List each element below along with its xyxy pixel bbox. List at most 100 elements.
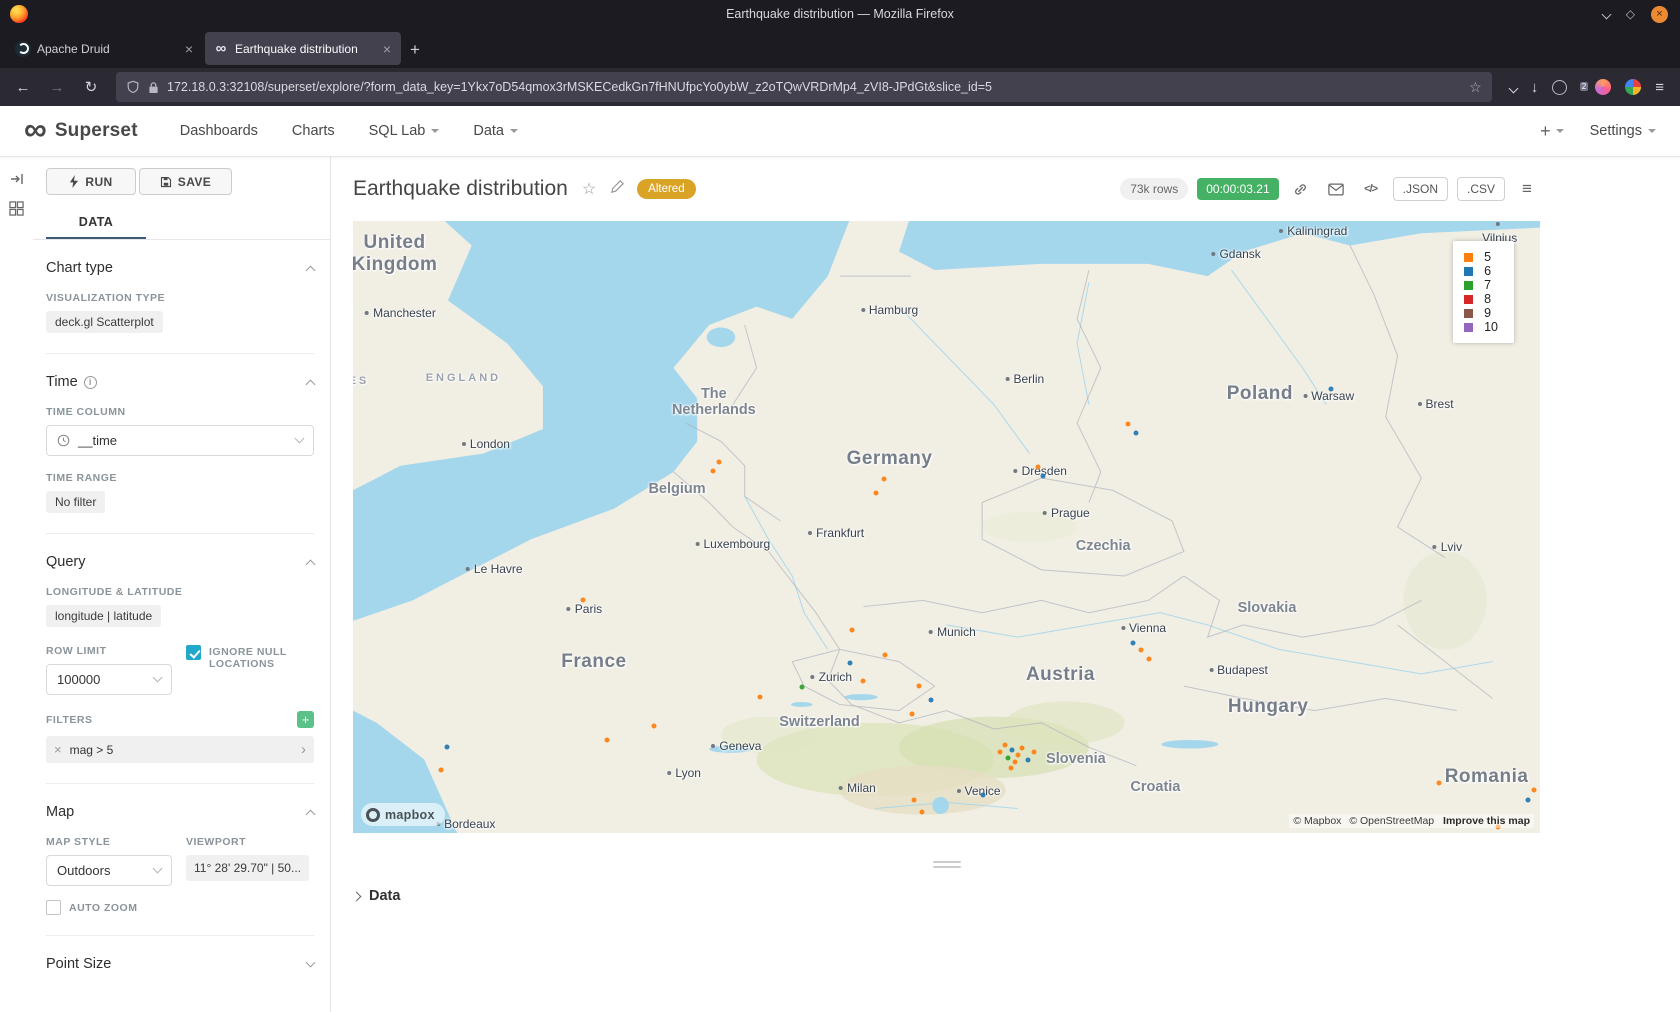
tab-close-icon[interactable]: × — [183, 41, 195, 57]
osm-attribution-link[interactable]: © OpenStreetMap — [1349, 815, 1434, 827]
info-icon[interactable]: i — [84, 376, 97, 389]
favorite-star-icon[interactable]: ☆ — [582, 179, 596, 199]
collapse-chevron-icon[interactable] — [306, 559, 316, 569]
mapbox-attribution-link[interactable]: © Mapbox — [1293, 815, 1341, 827]
control-label: TIME RANGE — [46, 472, 314, 484]
save-to-pocket-icon[interactable] — [1510, 79, 1517, 96]
window-titlebar: Earthquake distribution — Mozilla Firefo… — [0, 0, 1680, 28]
expand-filter-icon[interactable]: › — [301, 741, 306, 758]
scatter-point — [1329, 387, 1334, 392]
share-link-icon[interactable] — [1288, 176, 1314, 202]
email-icon[interactable] — [1323, 176, 1349, 202]
window-maximize-icon[interactable]: ◇ — [1626, 7, 1635, 21]
legend-item[interactable]: 8 — [1464, 292, 1498, 306]
panel-tabs: DATA — [33, 205, 330, 240]
url-bar[interactable]: 172.18.0.3:32108/superset/explore/?form_… — [116, 72, 1492, 102]
viz-type-chip[interactable]: deck.gl Scatterplot — [46, 311, 163, 333]
ignore-null-label: IGNORE NULL LOCATIONS — [209, 646, 310, 670]
shield-icon[interactable] — [126, 80, 140, 94]
collapse-chevron-icon[interactable] — [306, 379, 316, 389]
new-tab-button[interactable]: + — [410, 40, 420, 60]
filter-chip[interactable]: × mag > 5 › — [46, 736, 314, 763]
tab-close-icon[interactable]: × — [381, 41, 393, 57]
chart-menu-icon[interactable]: ≡ — [1514, 176, 1540, 202]
scatter-point — [910, 712, 915, 717]
scatter-point — [881, 477, 886, 482]
scatter-point — [874, 490, 879, 495]
legend-label: 6 — [1484, 264, 1491, 278]
map-style-select[interactable]: Outdoors — [46, 855, 172, 886]
forward-button[interactable]: → — [42, 73, 72, 101]
profile-avatar-icon[interactable] — [1595, 79, 1611, 95]
menu-icon[interactable]: ≡ — [1655, 79, 1664, 96]
scatter-point — [981, 793, 986, 798]
data-results-panel-header[interactable]: Data — [353, 888, 1680, 904]
chevron-down-icon — [153, 864, 163, 874]
auto-zoom-checkbox[interactable] — [46, 900, 61, 915]
tab-earthquake-distribution[interactable]: ∞ Earthquake distribution × — [205, 32, 401, 65]
run-button[interactable]: RUN — [46, 168, 136, 195]
scatter-point — [438, 767, 443, 772]
extension-pinwheel-icon[interactable] — [1625, 79, 1641, 95]
nav-charts[interactable]: Charts — [292, 123, 335, 139]
scatter-point — [849, 627, 854, 632]
altered-badge[interactable]: Altered — [637, 179, 695, 199]
legend-item[interactable]: 7 — [1464, 278, 1498, 292]
superset-logo[interactable]: ∞ Superset — [24, 117, 138, 145]
expand-panel-icon[interactable] — [9, 171, 25, 187]
bolt-icon — [69, 175, 79, 188]
settings-menu[interactable]: Settings — [1590, 123, 1656, 139]
export-csv-button[interactable]: .CSV — [1457, 177, 1505, 201]
tab-data[interactable]: DATA — [46, 205, 146, 239]
back-button[interactable]: ← — [8, 73, 38, 101]
panel-resize-handle[interactable] — [353, 861, 1540, 868]
chevron-down-icon — [295, 434, 305, 444]
scatter-point — [1035, 465, 1040, 470]
nav-sql-lab[interactable]: SQL Lab — [369, 123, 440, 139]
nav-data[interactable]: Data — [473, 123, 518, 139]
save-button[interactable]: SAVE — [139, 168, 232, 195]
url-text[interactable]: 172.18.0.3:32108/superset/explore/?form_… — [167, 80, 1461, 94]
reload-button[interactable]: ↻ — [76, 73, 106, 101]
legend-item[interactable]: 6 — [1464, 264, 1498, 278]
ignore-null-checkbox[interactable] — [186, 645, 201, 660]
scatter-point — [1009, 748, 1014, 753]
new-item-button[interactable]: + — [1540, 121, 1564, 142]
time-column-select[interactable]: __time — [46, 425, 314, 456]
downloads-icon[interactable]: ↓ — [1531, 79, 1539, 96]
window-minimize-icon[interactable] — [1601, 9, 1611, 19]
legend-item[interactable]: 9 — [1464, 306, 1498, 320]
padlock-icon[interactable] — [148, 81, 159, 94]
scatter-point — [710, 469, 715, 474]
edit-properties-icon[interactable] — [610, 179, 625, 199]
row-count-badge: 73k rows — [1120, 178, 1188, 200]
section-title: Time — [46, 374, 78, 390]
viewport-chip[interactable]: 11° 28' 29.70" | 50... — [186, 855, 309, 881]
lonlat-chip[interactable]: longitude | latitude — [46, 605, 161, 627]
row-limit-select[interactable]: 100000 — [46, 664, 172, 695]
legend-item[interactable]: 5 — [1464, 250, 1498, 264]
time-range-chip[interactable]: No filter — [46, 491, 105, 513]
improve-map-link[interactable]: Improve this map — [1443, 815, 1530, 827]
nav-dashboards[interactable]: Dashboards — [180, 123, 258, 139]
legend-item[interactable]: 10 — [1464, 320, 1498, 334]
export-json-button[interactable]: .JSON — [1393, 177, 1448, 201]
add-filter-button[interactable]: + — [297, 711, 314, 728]
collapse-chevron-icon[interactable] — [306, 809, 316, 819]
collapse-chevron-icon[interactable] — [306, 265, 316, 275]
tab-title: Apache Druid — [37, 42, 177, 56]
map-canvas[interactable]: United KingdomManchesterENGLANDESLondonL… — [353, 221, 1540, 833]
dataset-grid-icon[interactable] — [9, 201, 24, 216]
remove-filter-icon[interactable]: × — [54, 742, 62, 757]
scatter-point — [1040, 473, 1045, 478]
embed-code-icon[interactable]: </> — [1358, 176, 1384, 202]
window-close-icon[interactable]: × — [1651, 6, 1668, 23]
bookmark-star-icon[interactable]: ☆ — [1469, 79, 1482, 96]
scatter-point — [848, 660, 853, 665]
tab-apache-druid[interactable]: Apache Druid × — [7, 32, 203, 65]
account-icon[interactable] — [1552, 80, 1567, 95]
mapbox-logo[interactable]: mapbox — [361, 803, 445, 826]
section-time: Timei TIME COLUMN __time TIME RANGE No f… — [46, 354, 314, 534]
section-title: Point Size — [46, 956, 111, 972]
expand-chevron-icon[interactable] — [306, 957, 316, 967]
